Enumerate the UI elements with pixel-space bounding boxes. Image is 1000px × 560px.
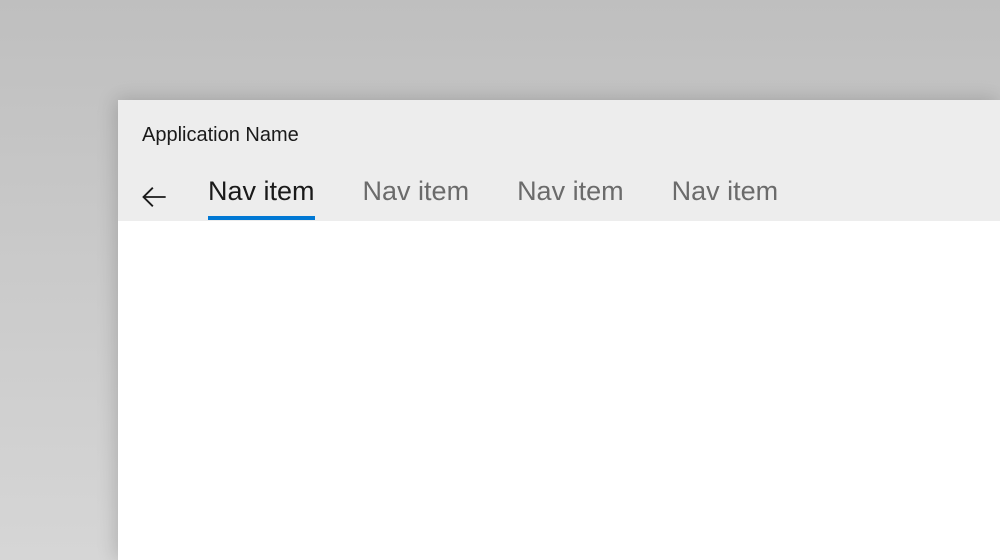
nav-item-3[interactable]: Nav item: [672, 176, 779, 219]
app-header: Application Name Nav item Nav item Nav i…: [118, 100, 1000, 221]
nav-item-label: Nav item: [517, 176, 624, 206]
content-area: [118, 221, 1000, 535]
nav-item-label: Nav item: [672, 176, 779, 206]
nav-item-1[interactable]: Nav item: [363, 176, 470, 219]
nav-item-label: Nav item: [208, 176, 315, 206]
arrow-left-icon: [140, 183, 168, 211]
app-title: Application Name: [142, 124, 976, 147]
nav-item-0[interactable]: Nav item: [208, 176, 315, 219]
nav-row: Nav item Nav item Nav item Nav item: [142, 173, 976, 221]
app-window: Application Name Nav item Nav item Nav i…: [118, 100, 1000, 560]
nav-item-label: Nav item: [363, 176, 470, 206]
nav-item-2[interactable]: Nav item: [517, 176, 624, 219]
back-button[interactable]: [140, 173, 188, 221]
